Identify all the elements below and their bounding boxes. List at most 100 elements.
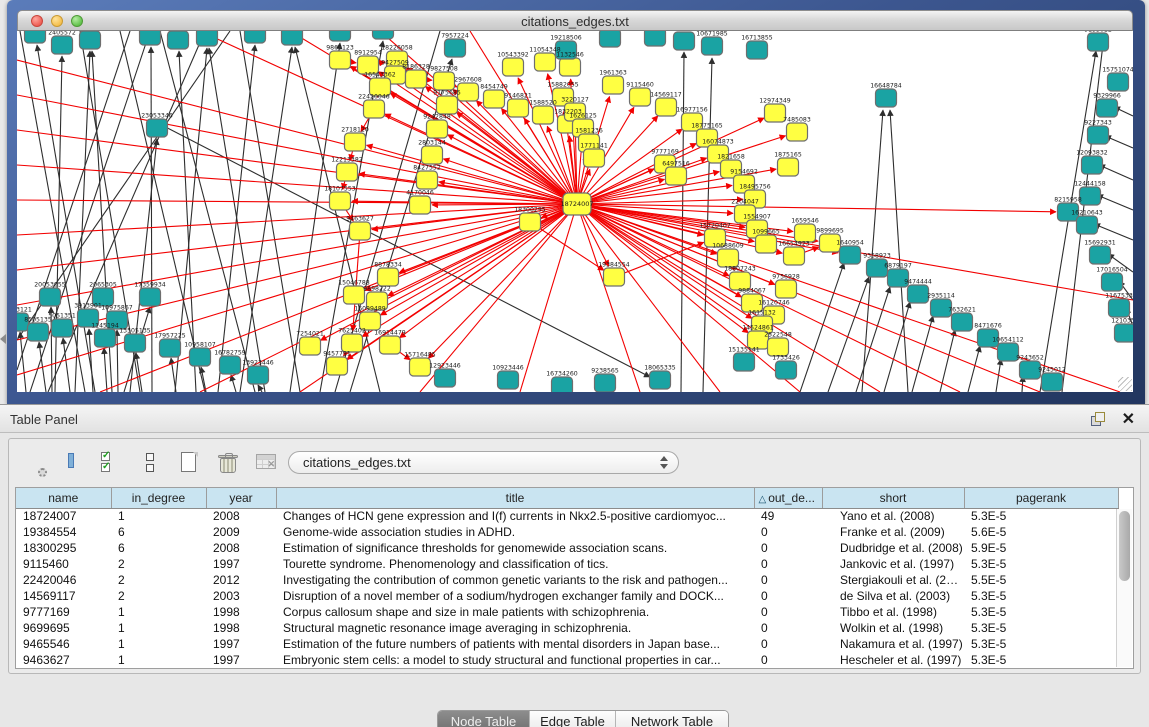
cell-short[interactable]: Yano et al. (2008) — [822, 508, 964, 524]
cell-short[interactable]: Tibbo et al. (1998) — [822, 604, 964, 620]
cell-out_de[interactable]: 0 — [754, 620, 822, 636]
table-settings-icon[interactable] — [19, 449, 49, 479]
cell-in_degree[interactable]: 1 — [111, 604, 206, 620]
cell-title[interactable]: Structural magnetic resonance image aver… — [276, 620, 754, 636]
cell-short[interactable]: Franke et al. (2009) — [822, 524, 964, 540]
table-row[interactable]: 2242004622012Investigating the contribut… — [16, 572, 1118, 588]
tab-node-table[interactable]: Node Table — [438, 711, 530, 727]
cell-pagerank[interactable]: 5.3E-5 — [964, 604, 1118, 620]
table-row[interactable]: 1938455462009Genome-wide association stu… — [16, 524, 1118, 540]
cell-name[interactable]: 9463627 — [16, 652, 111, 668]
cell-title[interactable]: Estimation of the future numbers of pati… — [276, 636, 754, 652]
tab-network-table[interactable]: Network Table — [616, 711, 728, 727]
cell-pagerank[interactable]: 5.5E-5 — [964, 572, 1118, 588]
cell-name[interactable]: 14569117 — [16, 588, 111, 604]
window-resize-grip[interactable] — [1118, 377, 1132, 391]
table-row[interactable]: 1830029562008Estimation of significance … — [16, 540, 1118, 556]
column-header-in_degree[interactable]: in_degree — [111, 488, 206, 508]
cell-out_de[interactable]: 0 — [754, 556, 822, 572]
cell-name[interactable]: 18724007 — [16, 508, 111, 524]
table-row[interactable]: 946362711997Embryonic stem cells: a mode… — [16, 652, 1118, 668]
cell-short[interactable]: de Silva et al. (2003) — [822, 588, 964, 604]
cell-pagerank[interactable]: 5.3E-5 — [964, 620, 1118, 636]
delete-attribute-icon[interactable] — [214, 449, 244, 479]
table-row[interactable]: 1456911722003Disruption of a novel membe… — [16, 588, 1118, 604]
cell-year[interactable]: 2003 — [206, 588, 276, 604]
cell-pagerank[interactable]: 5.3E-5 — [964, 652, 1118, 668]
cell-in_degree[interactable]: 1 — [111, 620, 206, 636]
cell-year[interactable]: 1997 — [206, 556, 276, 572]
network-view-window[interactable]: citations_edges.txt 98601238912954182260… — [7, 0, 1145, 404]
cell-name[interactable]: 19384554 — [16, 524, 111, 540]
new-attribute-icon[interactable] — [175, 449, 205, 479]
column-header-pagerank[interactable]: pagerank — [964, 488, 1118, 508]
cell-in_degree[interactable]: 1 — [111, 636, 206, 652]
cell-year[interactable]: 2009 — [206, 524, 276, 540]
cell-year[interactable]: 1997 — [206, 652, 276, 668]
cell-year[interactable]: 2008 — [206, 540, 276, 556]
network-window-titlebar[interactable]: citations_edges.txt — [17, 10, 1133, 31]
cell-short[interactable]: Dudbridge et al. (2008) — [822, 540, 964, 556]
cell-pagerank[interactable]: 5.3E-5 — [964, 508, 1118, 524]
cell-name[interactable]: 22420046 — [16, 572, 111, 588]
cell-in_degree[interactable]: 1 — [111, 652, 206, 668]
column-header-short[interactable]: short — [822, 488, 964, 508]
cell-out_de[interactable]: 0 — [754, 524, 822, 540]
cell-name[interactable]: 18300295 — [16, 540, 111, 556]
cell-pagerank[interactable]: 5.3E-5 — [964, 588, 1118, 604]
column-header-out_de[interactable]: △out_de... — [754, 488, 822, 508]
cell-out_de[interactable]: 0 — [754, 652, 822, 668]
cell-name[interactable]: 9699695 — [16, 620, 111, 636]
table-panel-header[interactable]: Table Panel ✕ — [0, 404, 1149, 433]
cell-year[interactable]: 1998 — [206, 620, 276, 636]
cell-year[interactable]: 2008 — [206, 508, 276, 524]
cell-out_de[interactable]: 0 — [754, 572, 822, 588]
cell-year[interactable]: 2012 — [206, 572, 276, 588]
cell-year[interactable]: 1997 — [206, 636, 276, 652]
cell-title[interactable]: Embryonic stem cells: a model to study s… — [276, 652, 754, 668]
row-height-icon[interactable] — [136, 449, 166, 479]
cell-title[interactable]: Investigating the contribution of common… — [276, 572, 754, 588]
cell-out_de[interactable]: 0 — [754, 540, 822, 556]
cell-in_degree[interactable]: 1 — [111, 508, 206, 524]
column-header-year[interactable]: year — [206, 488, 276, 508]
cell-short[interactable]: Hescheler et al. (1997) — [822, 652, 964, 668]
network-canvas[interactable]: 9860123891295418226058942750981863289827… — [17, 31, 1133, 392]
select-attributes-icon[interactable] — [97, 449, 127, 479]
tab-edge-table[interactable]: Edge Table — [530, 711, 616, 727]
cell-out_de[interactable]: 0 — [754, 588, 822, 604]
cell-in_degree[interactable]: 2 — [111, 572, 206, 588]
cell-year[interactable]: 1998 — [206, 604, 276, 620]
column-display-icon[interactable] — [58, 449, 88, 479]
cell-name[interactable]: 9777169 — [16, 604, 111, 620]
cell-in_degree[interactable]: 2 — [111, 588, 206, 604]
cell-title[interactable]: Changes of HCN gene expression and I(f) … — [276, 508, 754, 524]
column-header-name[interactable]: name — [16, 488, 111, 508]
cell-in_degree[interactable]: 6 — [111, 540, 206, 556]
cell-short[interactable]: Wolkin et al. (1998) — [822, 620, 964, 636]
delete-table-icon[interactable] — [253, 449, 283, 479]
scrollbar-thumb[interactable] — [1119, 511, 1130, 581]
table-row[interactable]: 946554611997Estimation of the future num… — [16, 636, 1118, 652]
table-row[interactable]: 969969511998Structural magnetic resonanc… — [16, 620, 1118, 636]
close-panel-icon[interactable]: ✕ — [1122, 409, 1135, 429]
table-row[interactable]: 1872400712008Changes of HCN gene express… — [16, 508, 1118, 524]
cell-out_de[interactable]: 0 — [754, 636, 822, 652]
cell-title[interactable]: Tourette syndrome. Phenomenology and cla… — [276, 556, 754, 572]
cell-pagerank[interactable]: 5.3E-5 — [964, 556, 1118, 572]
cell-title[interactable]: Estimation of significance thresholds fo… — [276, 540, 754, 556]
cell-title[interactable]: Corpus callosum shape and size in male p… — [276, 604, 754, 620]
cell-name[interactable]: 9115460 — [16, 556, 111, 572]
cell-short[interactable]: Stergiakouli et al. (2012) — [822, 572, 964, 588]
column-header-title[interactable]: title — [276, 488, 754, 508]
float-panel-icon[interactable] — [1091, 412, 1105, 426]
network-table-select[interactable]: citations_edges.txt — [288, 451, 679, 474]
cell-pagerank[interactable]: 5.9E-5 — [964, 540, 1118, 556]
cell-pagerank[interactable]: 5.6E-5 — [964, 524, 1118, 540]
cell-in_degree[interactable]: 2 — [111, 556, 206, 572]
cell-short[interactable]: Jankovic et al. (1997) — [822, 556, 964, 572]
cell-short[interactable]: Nakamura et al. (1997) — [822, 636, 964, 652]
cell-name[interactable]: 9465546 — [16, 636, 111, 652]
cell-title[interactable]: Genome-wide association studies in ADHD. — [276, 524, 754, 540]
cell-pagerank[interactable]: 5.3E-5 — [964, 636, 1118, 652]
